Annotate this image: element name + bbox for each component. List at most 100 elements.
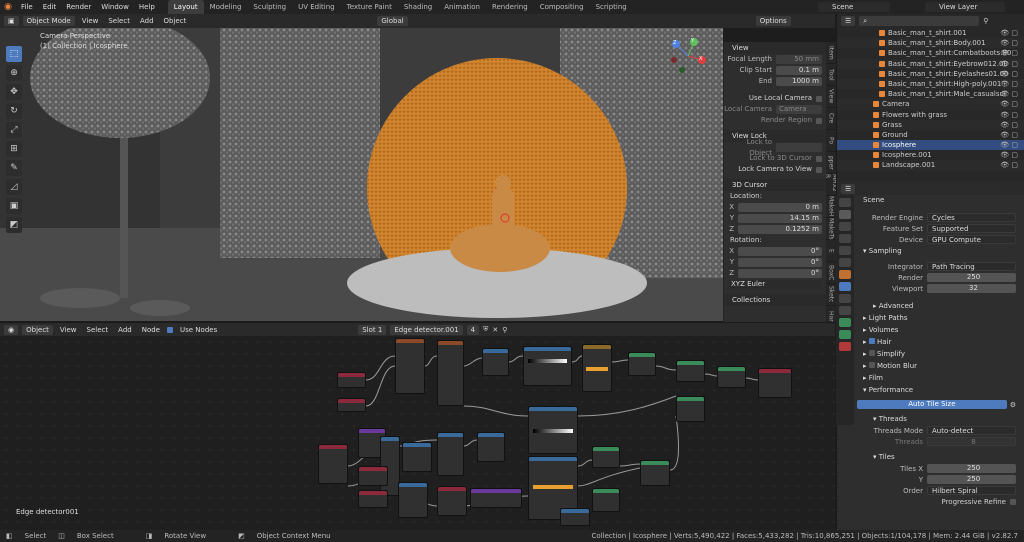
- tab-item[interactable]: Item: [826, 42, 836, 64]
- node-editor-canvas[interactable]: [0, 336, 835, 530]
- visibility-icon[interactable]: 👁 ▢: [1000, 79, 1018, 89]
- focal-length-field[interactable]: 50 mm: [776, 55, 822, 64]
- outliner-search-input[interactable]: ⌕: [859, 16, 980, 26]
- tab-compositing[interactable]: Compositing: [534, 0, 590, 14]
- node-menu-select[interactable]: Select: [84, 326, 112, 334]
- menu-file[interactable]: File: [16, 0, 38, 14]
- node[interactable]: [628, 352, 656, 376]
- simplify-panel-header[interactable]: ▸ Simplify: [857, 348, 1024, 360]
- node[interactable]: [676, 360, 705, 382]
- visibility-icon[interactable]: 👁 ▢: [1000, 110, 1018, 120]
- motion-blur-panel-header[interactable]: ▸ Motion Blur: [857, 360, 1024, 372]
- tab-po[interactable]: Po: [826, 130, 836, 152]
- node[interactable]: [358, 466, 388, 486]
- material-output-node[interactable]: [758, 368, 792, 398]
- hair-panel-header[interactable]: ▸ Hair: [857, 336, 1024, 348]
- editor-type-button[interactable]: ▣: [4, 16, 19, 26]
- modifier-tab-icon[interactable]: [839, 282, 851, 291]
- node[interactable]: [528, 406, 578, 454]
- visibility-icon[interactable]: 👁 ▢: [1000, 89, 1018, 99]
- outliner-row[interactable]: Basic_man_t_shirt:High-poly.001 👁 ▢: [837, 78, 1024, 90]
- outliner-row[interactable]: Basic_man_t_shirt:Eyelashes01.00 👁 ▢: [837, 69, 1024, 79]
- output-tab-icon[interactable]: [839, 222, 851, 231]
- outliner-row[interactable]: Icosphere.001 👁 ▢: [837, 150, 1024, 160]
- scene-selector[interactable]: Scene: [818, 2, 890, 12]
- tab-cre[interactable]: Cre: [826, 108, 836, 130]
- viewport-menu-view[interactable]: View: [79, 17, 102, 25]
- outliner-row[interactable]: Flowers with grass 👁 ▢: [837, 110, 1024, 120]
- outliner-row[interactable]: Ground 👁 ▢: [837, 130, 1024, 140]
- visibility-icon[interactable]: 👁 ▢: [1000, 59, 1018, 69]
- render-engine-dropdown[interactable]: Cycles: [927, 213, 1016, 222]
- pin-icon[interactable]: ⚲: [502, 326, 507, 334]
- order-dropdown[interactable]: Hilbert Spiral: [927, 486, 1016, 495]
- material-tab-icon[interactable]: [839, 342, 851, 351]
- view-layer-selector[interactable]: View Layer: [925, 2, 1005, 12]
- cursor-icon[interactable]: ⊕: [6, 65, 22, 81]
- scale-icon[interactable]: ⤢: [6, 122, 22, 138]
- node[interactable]: [470, 488, 522, 508]
- rotation-mode-dropdown[interactable]: XYZ Euler: [728, 280, 822, 289]
- node[interactable]: [676, 396, 705, 422]
- node[interactable]: [582, 344, 612, 392]
- node[interactable]: [477, 432, 505, 462]
- render-samples-field[interactable]: 250: [927, 273, 1016, 282]
- filter-icon[interactable]: ⚲: [983, 17, 988, 25]
- outliner-type-button[interactable]: ☰: [841, 16, 856, 26]
- node[interactable]: [437, 340, 464, 406]
- light-paths-panel-header[interactable]: ▸ Light Paths: [857, 312, 1024, 324]
- hair-checkbox[interactable]: [868, 338, 875, 344]
- rot-z-field[interactable]: 0°: [738, 269, 822, 278]
- node[interactable]: [523, 346, 572, 386]
- tiles-y-field[interactable]: 250: [927, 475, 1016, 484]
- performance-panel-header[interactable]: ▾ Performance: [857, 384, 1024, 396]
- collections-header[interactable]: Collections: [724, 294, 826, 306]
- tab-scripting[interactable]: Scripting: [590, 0, 633, 14]
- node[interactable]: [437, 432, 464, 476]
- use-local-camera-checkbox[interactable]: [816, 95, 822, 102]
- outliner-row[interactable]: Basic_man_t_shirt.001 👁 ▢: [837, 28, 1024, 38]
- tab-pper[interactable]: pper: [826, 152, 836, 174]
- node[interactable]: [402, 442, 432, 472]
- local-camera-field[interactable]: Camera: [776, 105, 822, 114]
- threads-panel-header[interactable]: ▾ Threads: [857, 413, 1024, 425]
- data-tab-icon[interactable]: [839, 330, 851, 339]
- outliner-row[interactable]: Basic_man_t_shirt:Body.001 👁 ▢: [837, 38, 1024, 49]
- node[interactable]: [358, 490, 388, 508]
- gear-icon[interactable]: ⚙: [1010, 401, 1016, 409]
- tab-texture-paint[interactable]: Texture Paint: [341, 0, 398, 14]
- integrator-dropdown[interactable]: Path Tracing: [927, 262, 1016, 271]
- clip-end-field[interactable]: 1000 m: [776, 77, 822, 86]
- 3d-cursor-header[interactable]: 3D Cursor: [724, 179, 826, 191]
- material-selector[interactable]: Edge detector.001: [390, 324, 463, 335]
- rotate-icon[interactable]: ↻: [6, 103, 22, 119]
- viewport-menu-object[interactable]: Object: [161, 17, 190, 25]
- progressive-refine-checkbox[interactable]: [1010, 498, 1016, 505]
- select-box-icon[interactable]: ⬚: [6, 46, 22, 62]
- visibility-icon[interactable]: 👁 ▢: [1000, 69, 1018, 79]
- particles-tab-icon[interactable]: [839, 294, 851, 303]
- loc-x-field[interactable]: 0 m: [738, 203, 822, 212]
- advanced-panel-header[interactable]: ▸ Advanced: [857, 300, 1024, 312]
- rot-y-field[interactable]: 0°: [738, 258, 822, 267]
- visibility-icon[interactable]: 👁 ▢: [1000, 160, 1018, 170]
- material-users-count[interactable]: 4: [466, 324, 480, 335]
- visibility-icon[interactable]: 👁 ▢: [1000, 28, 1018, 38]
- outliner-row[interactable]: Basic_man_t_shirt:Eyebrow012.00 👁 ▢: [837, 58, 1024, 69]
- properties-type-button[interactable]: ☰: [841, 183, 856, 194]
- shield-icon[interactable]: ⛨: [483, 325, 488, 334]
- loc-y-field[interactable]: 14.15 m: [738, 214, 822, 223]
- node[interactable]: [592, 446, 620, 468]
- outliner-row[interactable]: Camera 👁 ▢: [837, 99, 1024, 110]
- navigation-gizmo[interactable]: X Y Z: [668, 36, 708, 76]
- blender-logo-icon[interactable]: ◉: [0, 0, 16, 14]
- viewport-samples-field[interactable]: 32: [927, 284, 1016, 293]
- node-menu-view[interactable]: View: [57, 326, 80, 334]
- node[interactable]: [337, 398, 366, 412]
- outliner-row[interactable]: Landscape.001 👁 ▢: [837, 160, 1024, 171]
- tab-sculpting[interactable]: Sculpting: [247, 0, 292, 14]
- visibility-icon[interactable]: 👁 ▢: [1000, 48, 1018, 58]
- view-layer-tab-icon[interactable]: [839, 234, 851, 243]
- tab-modeling[interactable]: Modeling: [204, 0, 248, 14]
- view-section-header[interactable]: View: [724, 42, 826, 54]
